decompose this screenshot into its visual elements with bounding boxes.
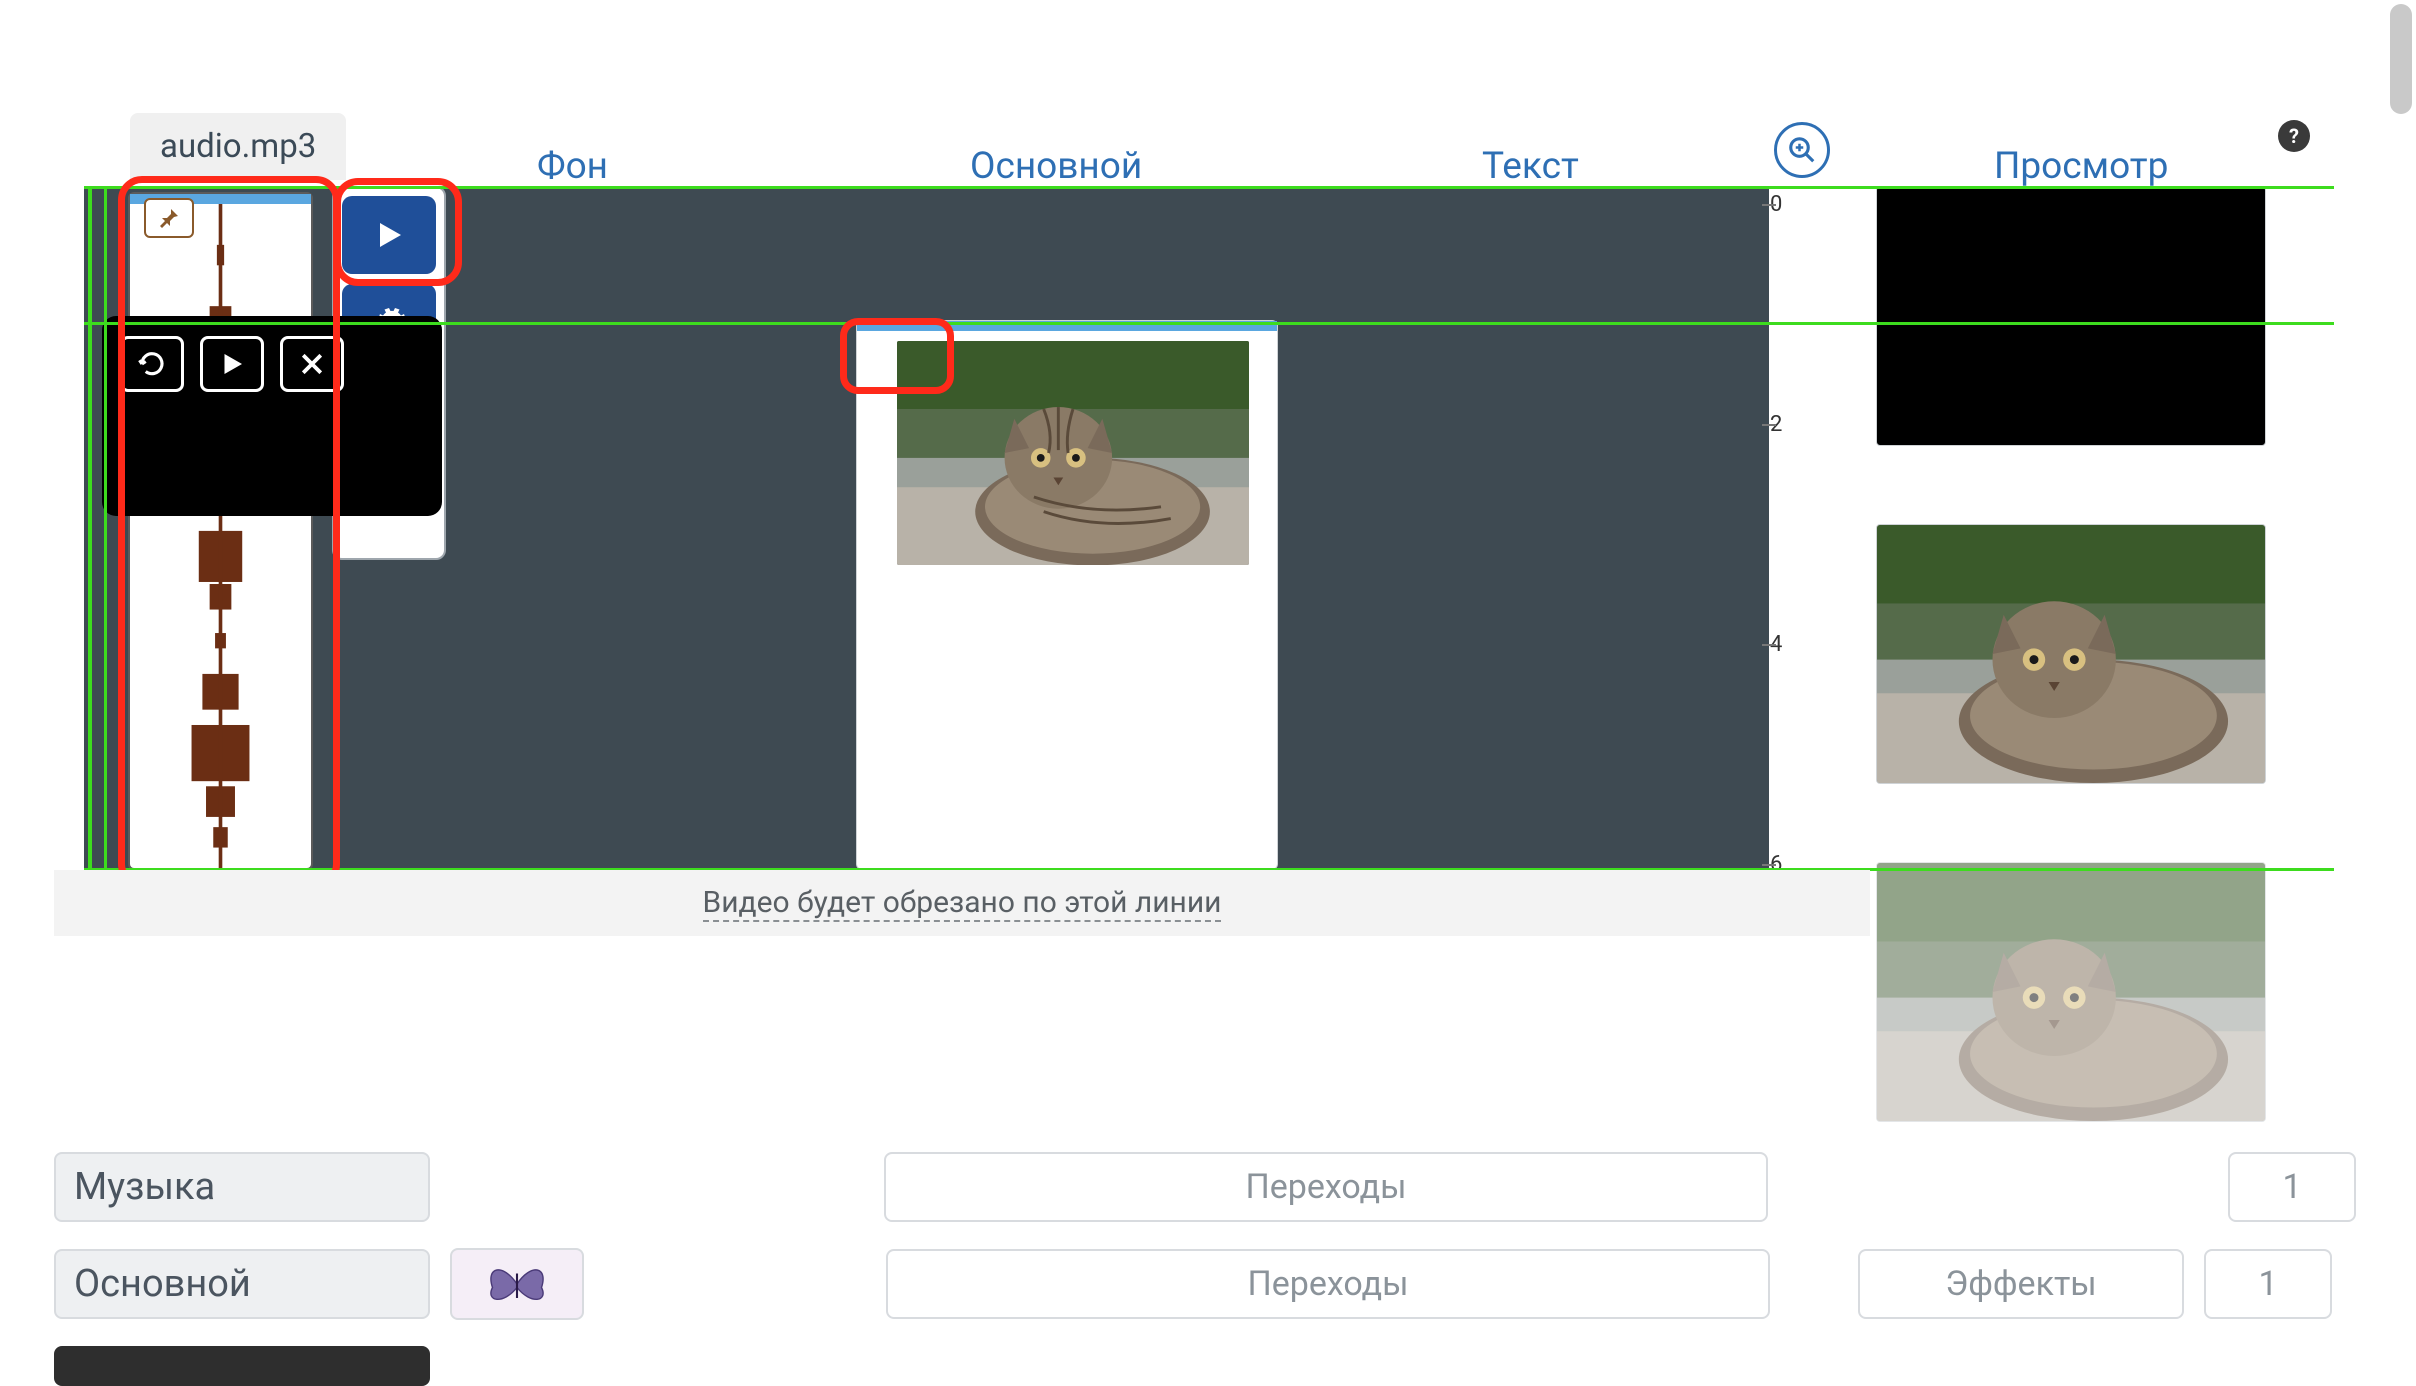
popup-refresh-button[interactable] <box>120 336 184 392</box>
window-scrollbar[interactable] <box>2390 4 2412 114</box>
crop-message-bar[interactable]: Видео будет обрезано по этой линии <box>54 870 1870 936</box>
column-header-text[interactable]: Текст <box>1482 145 1579 188</box>
refresh-icon <box>137 349 167 379</box>
main-clip-thumbnail <box>897 341 1249 565</box>
music-track-label[interactable]: Музыка <box>54 1152 430 1222</box>
guide-vertical-start <box>88 186 92 870</box>
count-value: 1 <box>2282 1167 2301 1207</box>
help-icon: ? <box>2289 124 2299 148</box>
collapsed-track[interactable] <box>54 1346 430 1386</box>
row-main: Основной Переходы Эффекты 1 <box>54 1248 2356 1320</box>
transitions-button-2[interactable]: Переходы <box>886 1249 1770 1319</box>
ruler-tick: 4 <box>1770 632 1782 657</box>
count-badge-2[interactable]: 1 <box>2204 1249 2332 1319</box>
count-badge-1[interactable]: 1 <box>2228 1152 2356 1222</box>
column-header-preview[interactable]: Просмотр <box>1994 145 2168 188</box>
audio-tab-label: audio.mp3 <box>160 127 316 166</box>
audio-track[interactable] <box>128 192 313 870</box>
x-icon <box>297 349 327 379</box>
help-button-top[interactable]: ? <box>2278 120 2310 152</box>
main-clip-header <box>857 321 1277 331</box>
preview-frame-2[interactable] <box>1876 524 2266 784</box>
ruler-tick: 2 <box>1770 412 1782 437</box>
transitions-label: Переходы <box>1245 1167 1406 1207</box>
butterfly-thumbnail[interactable] <box>450 1248 584 1320</box>
transitions-label: Переходы <box>1247 1264 1408 1304</box>
column-header-background[interactable]: Фон <box>537 145 608 188</box>
butterfly-icon <box>482 1259 552 1309</box>
main-track-label[interactable]: Основной <box>54 1249 430 1319</box>
audio-tab[interactable]: audio.mp3 <box>130 113 346 180</box>
time-ruler: 0 2 4 6 6.300 <box>1770 186 1830 886</box>
play-icon <box>371 217 407 253</box>
count-value: 1 <box>2258 1264 2277 1304</box>
popup-close-button[interactable] <box>280 336 344 392</box>
zoom-in-button[interactable] <box>1774 122 1830 178</box>
row-music: Музыка Переходы 1 <box>54 1152 2356 1222</box>
waveform <box>130 204 311 868</box>
column-header-main[interactable]: Основной <box>970 145 1142 188</box>
clip-context-popup <box>102 316 442 516</box>
play-icon <box>217 349 247 379</box>
guide-vertical-aux <box>104 186 107 870</box>
ruler-tick: 0 <box>1770 192 1782 217</box>
zoom-in-icon <box>1787 135 1817 165</box>
main-label-text: Основной <box>74 1262 251 1306</box>
play-button[interactable] <box>342 196 436 274</box>
effects-label: Эффекты <box>1945 1264 2096 1304</box>
pin-chip-audio[interactable] <box>144 198 194 238</box>
crop-message-text: Видео будет обрезано по этой линии <box>703 885 1222 922</box>
pin-icon <box>157 206 181 230</box>
popup-play-button[interactable] <box>200 336 264 392</box>
music-label-text: Музыка <box>74 1165 215 1209</box>
preview-column <box>1876 186 2274 1200</box>
main-clip[interactable] <box>856 320 1278 870</box>
bottom-panel: Музыка Переходы 1 Основной Переходы Эффе… <box>54 1152 2356 1386</box>
preview-frame-1[interactable] <box>1876 186 2266 446</box>
preview-frame-3[interactable] <box>1876 862 2266 1122</box>
transitions-button-1[interactable]: Переходы <box>884 1152 1768 1222</box>
row-extra <box>54 1346 2356 1386</box>
effects-button[interactable]: Эффекты <box>1858 1249 2184 1319</box>
